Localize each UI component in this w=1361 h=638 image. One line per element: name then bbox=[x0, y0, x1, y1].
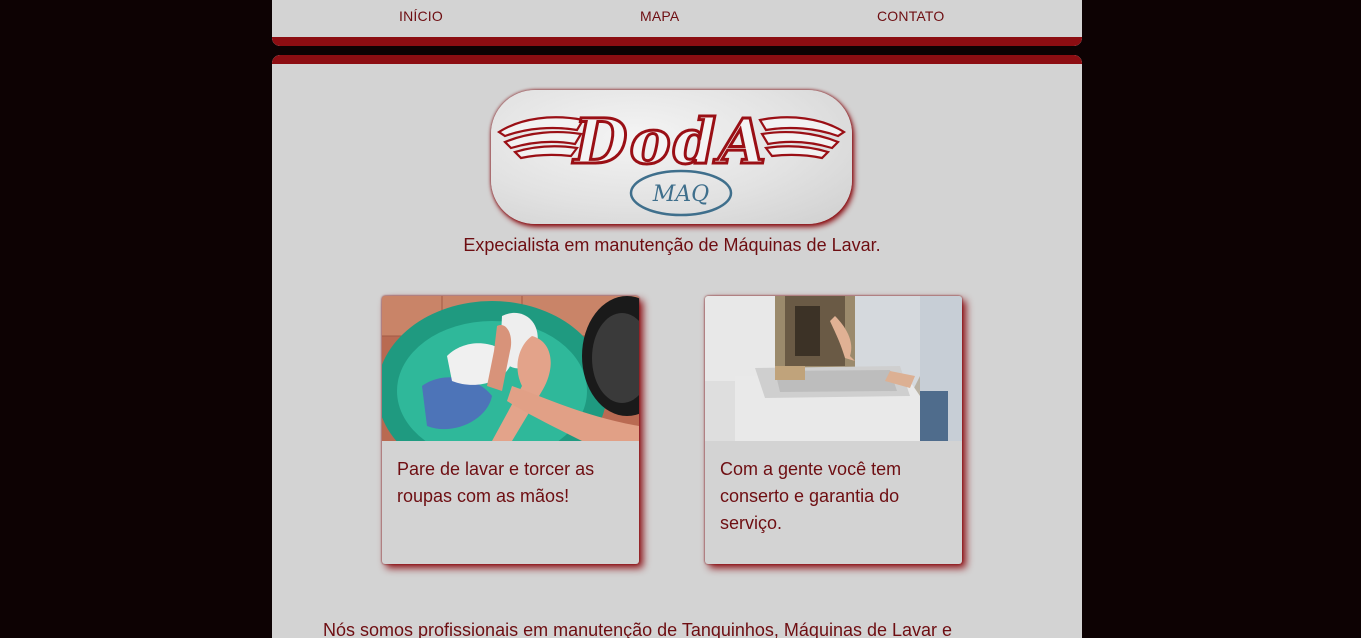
washing-machine-repair-image bbox=[705, 296, 962, 441]
top-navigation: INÍCIO MAPA CONTATO bbox=[272, 0, 1082, 46]
card-text-hand-washing: Pare de lavar e torcer as roupas com as … bbox=[397, 459, 595, 506]
logo-brand-text: DodA bbox=[572, 105, 769, 178]
nav-links: INÍCIO MAPA CONTATO bbox=[272, 0, 1082, 37]
logo-graphic: DodA MAQ bbox=[496, 104, 847, 217]
nav-link-inicio[interactable]: INÍCIO bbox=[399, 8, 443, 24]
hand-washing-image bbox=[382, 296, 639, 441]
logo-sub-text: MAQ bbox=[652, 182, 709, 207]
nav-link-mapa[interactable]: MAPA bbox=[640, 8, 679, 24]
dodamaq-logo: DodA MAQ bbox=[491, 90, 852, 224]
card-text-repair: Com a gente você tem conserto e garantia… bbox=[720, 459, 902, 533]
nav-accent-bar bbox=[272, 37, 1082, 46]
card-repair: Com a gente você tem conserto e garantia… bbox=[705, 296, 962, 564]
nav-link-contato[interactable]: CONTATO bbox=[877, 8, 945, 24]
main-panel: DodA MAQ Expecialista em manutenção de M… bbox=[272, 55, 1082, 638]
tagline: Expecialista em manutenção de Máquinas d… bbox=[463, 235, 881, 255]
card-hand-washing: Pare de lavar e torcer as roupas com as … bbox=[382, 296, 639, 564]
panel-accent-bar bbox=[272, 55, 1082, 64]
intro-paragraph: Nós somos profissionais em manutenção de… bbox=[323, 620, 953, 638]
